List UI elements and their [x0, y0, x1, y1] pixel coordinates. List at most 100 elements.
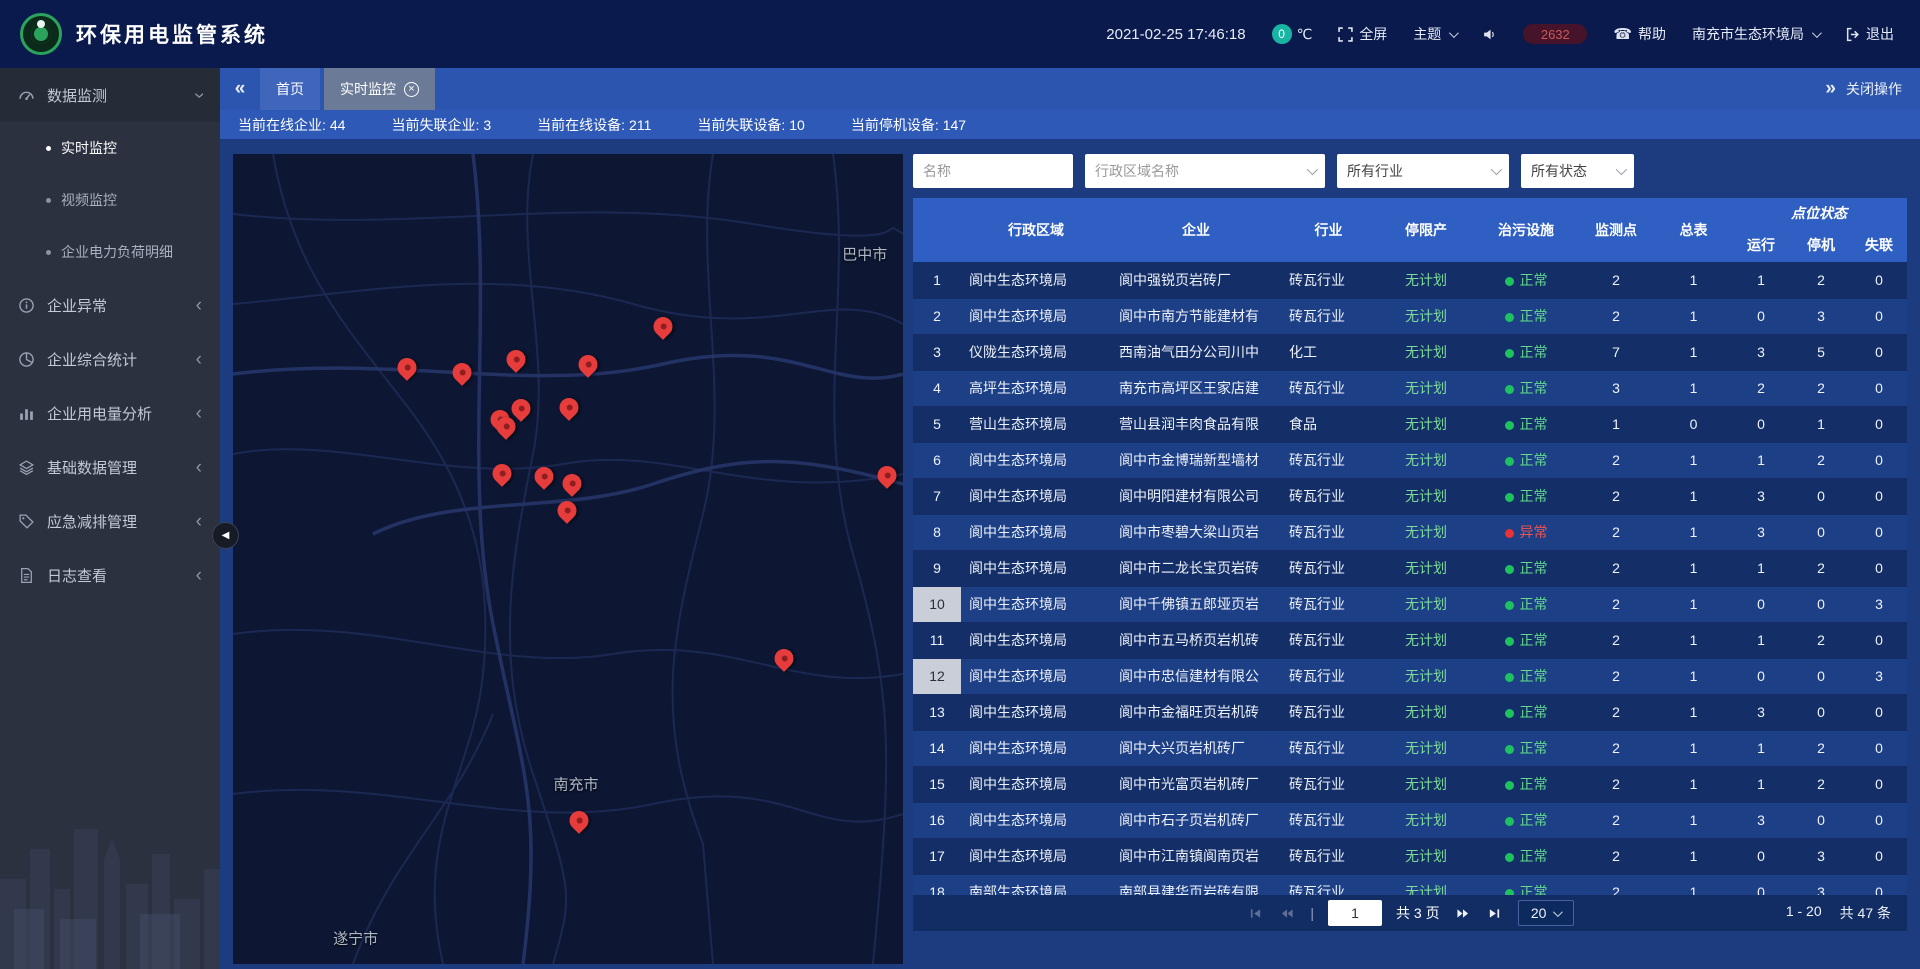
- table-row[interactable]: 9阆中生态环境局阆中市二龙长宝页岩砖砖瓦行业无计划正常21120: [913, 550, 1907, 586]
- help-button[interactable]: ☎ 帮助: [1613, 24, 1666, 44]
- stat-value: 147: [943, 117, 966, 133]
- cell-run-count: 3: [1731, 334, 1791, 370]
- sidebar-group-2[interactable]: 企业综合统计‹: [0, 332, 220, 386]
- cell-row-number: 8: [913, 514, 961, 550]
- table-row[interactable]: 11阆中生态环境局阆中市五马桥页岩机砖砖瓦行业无计划正常21120: [913, 622, 1907, 658]
- cell-meter-count: 1: [1656, 298, 1731, 334]
- table-row[interactable]: 14阆中生态环境局阆中大兴页岩机砖厂砖瓦行业无计划正常21120: [913, 730, 1907, 766]
- table-row[interactable]: 5营山生态环境局营山县润丰肉食品有限食品无计划正常10010: [913, 406, 1907, 442]
- cell-facility-status: 正常: [1476, 802, 1576, 838]
- fullscreen-button[interactable]: 全屏: [1338, 24, 1387, 44]
- table-row[interactable]: 17阆中生态环境局阆中市江南镇阆南页岩砖瓦行业无计划正常21030: [913, 838, 1907, 874]
- cell-meter-count: 1: [1656, 838, 1731, 874]
- tabs-scroll-left-icon[interactable]: «: [220, 68, 260, 110]
- sidebar-group-6[interactable]: 日志查看‹: [0, 548, 220, 602]
- status-dot-icon: [1505, 853, 1514, 862]
- table-row[interactable]: 7阆中生态环境局阆中明阳建材有限公司砖瓦行业无计划正常21300: [913, 478, 1907, 514]
- cell-lost-count: 0: [1851, 370, 1907, 406]
- sidebar-item-实时监控[interactable]: 实时监控: [0, 122, 220, 174]
- status-dot-icon: [1505, 781, 1514, 790]
- table-row[interactable]: 8阆中生态环境局阆中市枣碧大梁山页岩砖瓦行业无计划异常21300: [913, 514, 1907, 550]
- cell-lost-count: 0: [1851, 766, 1907, 802]
- status-dot-icon: [1505, 817, 1514, 826]
- logout-button[interactable]: 退出: [1845, 24, 1894, 44]
- page-number-input[interactable]: [1328, 900, 1382, 926]
- page-size-select[interactable]: 20: [1518, 900, 1574, 926]
- sidebar-item-视频监控[interactable]: 视频监控: [0, 174, 220, 226]
- org-dropdown[interactable]: 南充市生态环境局: [1692, 24, 1819, 44]
- table-row[interactable]: 6阆中生态环境局阆中市金博瑞新型墙材砖瓦行业无计划正常21120: [913, 442, 1907, 478]
- cell-industry: 砖瓦行业: [1281, 838, 1376, 874]
- pagination-bar: | 共 3 页 20: [913, 895, 1907, 931]
- cell-monitor-count: 2: [1576, 514, 1656, 550]
- announcement-speaker[interactable]: [1482, 27, 1497, 42]
- cell-limit-plan: 无计划: [1376, 838, 1476, 874]
- last-page-icon[interactable]: [1486, 905, 1504, 921]
- cell-facility-status: 异常: [1476, 514, 1576, 550]
- sidebar-item-企业电力负荷明细[interactable]: 企业电力负荷明细: [0, 226, 220, 278]
- close-operations-button[interactable]: 关闭操作: [1846, 79, 1902, 99]
- region-filter-select[interactable]: 行政区域名称: [1085, 154, 1325, 188]
- sidebar-group-3[interactable]: 企业用电量分析‹: [0, 386, 220, 440]
- cell-meter-count: 1: [1656, 586, 1731, 622]
- cell-meter-count: 1: [1656, 478, 1731, 514]
- sidebar-group-4[interactable]: 基础数据管理‹: [0, 440, 220, 494]
- col-header-2: 企业: [1111, 198, 1281, 262]
- notice-count-badge[interactable]: 2632: [1523, 24, 1587, 44]
- prev-page-icon[interactable]: [1278, 905, 1296, 921]
- cell-lost-count: 0: [1851, 478, 1907, 514]
- table-row[interactable]: 12阆中生态环境局阆中市忠信建材有限公砖瓦行业无计划正常21003: [913, 658, 1907, 694]
- table-row[interactable]: 16阆中生态环境局阆中市石子页岩机砖厂砖瓦行业无计划正常21300: [913, 802, 1907, 838]
- stat-label: 当前停机设备:: [851, 117, 939, 133]
- cell-row-number: 10: [913, 586, 961, 622]
- tab-实时监控[interactable]: 实时监控×: [324, 68, 435, 110]
- col-header-5: 治污设施: [1476, 198, 1576, 262]
- cell-stop-count: 5: [1791, 334, 1851, 370]
- cell-region: 阆中生态环境局: [961, 478, 1111, 514]
- cell-meter-count: 0: [1656, 406, 1731, 442]
- status-dot-icon: [1505, 745, 1514, 754]
- pie-icon: [18, 351, 35, 368]
- tabs-scroll-right-icon[interactable]: »: [1825, 78, 1836, 100]
- status-filter-select[interactable]: 所有状态: [1521, 154, 1634, 188]
- stat-label: 当前失联企业:: [391, 117, 479, 133]
- cell-company: 阆中大兴页岩机砖厂: [1111, 730, 1281, 766]
- cell-row-number: 6: [913, 442, 961, 478]
- sidebar-group-label: 企业用电量分析: [47, 403, 196, 424]
- tab-首页[interactable]: 首页: [260, 68, 320, 110]
- table-row[interactable]: 4高坪生态环境局南充市高坪区王家店建砖瓦行业无计划正常31220: [913, 370, 1907, 406]
- status-dot-icon: [1505, 601, 1514, 610]
- first-page-icon[interactable]: [1246, 905, 1264, 921]
- cell-industry: 砖瓦行业: [1281, 550, 1376, 586]
- theme-dropdown[interactable]: 主题: [1413, 24, 1456, 44]
- cell-industry: 砖瓦行业: [1281, 874, 1376, 895]
- total-pages-label: 共 3 页: [1396, 903, 1440, 923]
- col-header-4: 停限产: [1376, 198, 1476, 262]
- chevron-down-icon: [1553, 907, 1563, 917]
- sidebar-group-0[interactable]: 数据监测‹: [0, 68, 220, 122]
- table-row[interactable]: 2阆中生态环境局阆中市南方节能建材有砖瓦行业无计划正常21030: [913, 298, 1907, 334]
- table-row[interactable]: 13阆中生态环境局阆中市金福旺页岩机砖砖瓦行业无计划正常21300: [913, 694, 1907, 730]
- map[interactable]: 巴中市南充市遂宁市: [233, 154, 903, 964]
- table-row[interactable]: 15阆中生态环境局阆中市光富页岩机砖厂砖瓦行业无计划正常21120: [913, 766, 1907, 802]
- close-icon[interactable]: ×: [404, 82, 419, 97]
- table-row[interactable]: 3仪陇生态环境局西南油气田分公司川中化工无计划正常71350: [913, 334, 1907, 370]
- table-row[interactable]: 10阆中生态环境局阆中千佛镇五郎垭页岩砖瓦行业无计划正常21003: [913, 586, 1907, 622]
- cell-region: 阆中生态环境局: [961, 694, 1111, 730]
- sidebar-group-5[interactable]: 应急减排管理‹: [0, 494, 220, 548]
- sidebar-group-1[interactable]: 企业异常‹: [0, 278, 220, 332]
- cell-region: 阆中生态环境局: [961, 658, 1111, 694]
- stat-label: 当前在线企业:: [238, 117, 326, 133]
- table-row[interactable]: 18南部生态环境局南部县建华页岩砖有限砖瓦行业无计划正常21030: [913, 874, 1907, 895]
- sidebar-collapse-button[interactable]: ◀: [212, 522, 239, 549]
- industry-filter-select[interactable]: 所有行业: [1337, 154, 1509, 188]
- table-row[interactable]: 1阆中生态环境局阆中强锐页岩砖厂砖瓦行业无计划正常21120: [913, 262, 1907, 298]
- cell-stop-count: 3: [1791, 874, 1851, 895]
- next-page-icon[interactable]: [1454, 905, 1472, 921]
- name-filter-input[interactable]: [913, 154, 1073, 188]
- col-header-0: [913, 198, 961, 262]
- cell-facility-status: 正常: [1476, 478, 1576, 514]
- status-dot-icon: [1505, 637, 1514, 646]
- stat-item: 当前在线设备:211: [537, 115, 651, 135]
- cell-industry: 砖瓦行业: [1281, 766, 1376, 802]
